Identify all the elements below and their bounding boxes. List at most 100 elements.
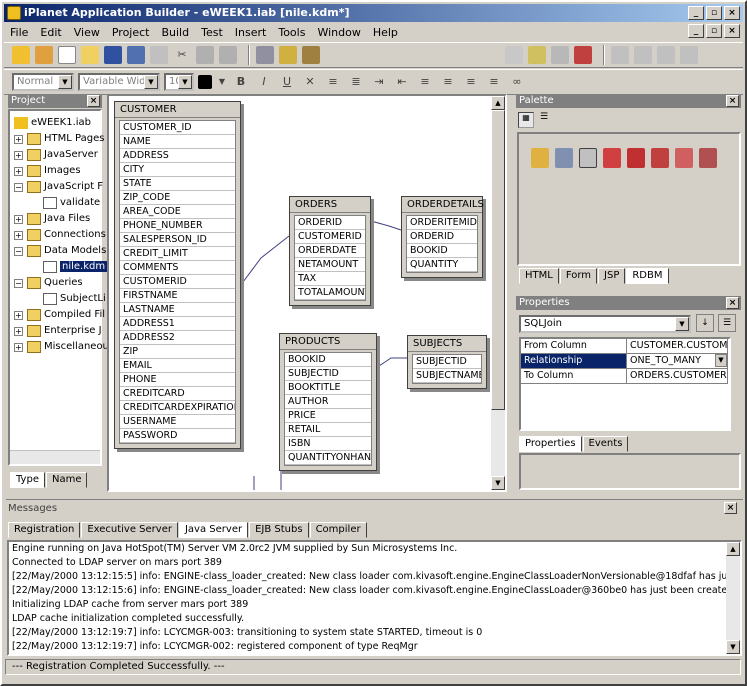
- field-row[interactable]: CUSTOMERID: [295, 230, 365, 244]
- close-icon[interactable]: ×: [726, 95, 739, 107]
- paste-icon[interactable]: [219, 46, 237, 64]
- categorize-icon[interactable]: ☰: [718, 314, 736, 332]
- field-row[interactable]: TOTALAMOUNT: [295, 286, 365, 300]
- step-over-icon[interactable]: [657, 46, 675, 64]
- close-icon[interactable]: ×: [726, 297, 739, 309]
- tree-item[interactable]: SubjectLi: [30, 291, 106, 307]
- field-row[interactable]: BOOKID: [285, 353, 371, 367]
- menu-tools[interactable]: Tools: [278, 26, 305, 39]
- field-row[interactable]: ORDERDATE: [295, 244, 365, 258]
- tree-item[interactable]: − JavaScript F: [14, 179, 103, 195]
- tree-item-selected[interactable]: nile.kdm: [30, 259, 108, 275]
- cut-icon[interactable]: ✂: [173, 46, 191, 64]
- new-project-icon[interactable]: [35, 46, 53, 64]
- field-row[interactable]: SALESPERSON_ID: [120, 233, 235, 247]
- tab-java-server[interactable]: Java Server: [178, 522, 249, 538]
- doc-close-button[interactable]: ×: [724, 24, 740, 38]
- field-row[interactable]: TAX: [295, 272, 365, 286]
- italic-icon[interactable]: I: [255, 73, 273, 91]
- field-row[interactable]: ADDRESS1: [120, 317, 235, 331]
- bold-icon[interactable]: B: [232, 73, 250, 91]
- chevron-down-icon[interactable]: ▼: [217, 73, 227, 91]
- outdent-icon[interactable]: ⇤: [393, 73, 411, 91]
- table-component-icon[interactable]: [531, 148, 549, 168]
- field-row[interactable]: PHONE_NUMBER: [120, 219, 235, 233]
- tree-item[interactable]: + Java Files: [14, 211, 90, 227]
- debug-icon[interactable]: [551, 46, 569, 64]
- tree-root[interactable]: eWEEK1.iab: [14, 115, 91, 131]
- color-swatch-icon[interactable]: [198, 75, 212, 89]
- menu-test[interactable]: Test: [201, 26, 223, 39]
- copy-icon[interactable]: [196, 46, 214, 64]
- stop-icon[interactable]: [574, 46, 592, 64]
- field-row[interactable]: SUBJECTNAME: [413, 369, 481, 383]
- field-row[interactable]: NAME: [120, 135, 235, 149]
- link-icon[interactable]: ∞: [508, 73, 526, 91]
- tab-events[interactable]: Events: [582, 436, 629, 452]
- align-center-icon[interactable]: ≡: [439, 73, 457, 91]
- check-icon[interactable]: [528, 46, 546, 64]
- wizard-icon[interactable]: [12, 46, 30, 64]
- tab-form[interactable]: Form: [559, 268, 598, 284]
- table-customer[interactable]: CUSTOMER CUSTOMER_ID NAME ADDRESS CITY STATE…: [114, 101, 241, 449]
- tab-properties[interactable]: Properties: [519, 436, 582, 452]
- tab-name[interactable]: Name: [45, 472, 88, 488]
- field-row[interactable]: COMMENTS: [120, 261, 235, 275]
- tree-item[interactable]: − Queries: [14, 275, 83, 291]
- step-icon[interactable]: [634, 46, 652, 64]
- table-orderdetails[interactable]: ORDERDETAILS ORDERITEMID ORDERID BOOKID QUA…: [401, 196, 484, 278]
- doc-restore-button[interactable]: ▫: [706, 24, 722, 38]
- menu-file[interactable]: File: [10, 26, 28, 39]
- property-row-selected[interactable]: Relationship ONE_TO_MANY ▼: [521, 354, 728, 369]
- save-all-icon[interactable]: [127, 46, 145, 64]
- field-row[interactable]: FIRSTNAME: [120, 289, 235, 303]
- field-row[interactable]: AUTHOR: [285, 395, 371, 409]
- field-row[interactable]: BOOKTITLE: [285, 381, 371, 395]
- field-row[interactable]: CUSTOMER_ID: [120, 121, 235, 135]
- field-row[interactable]: CREDIT_LIMIT: [120, 247, 235, 261]
- menu-insert[interactable]: Insert: [235, 26, 267, 39]
- field-row[interactable]: ADDRESS2: [120, 331, 235, 345]
- field-row[interactable]: SUBJECTID: [285, 367, 371, 381]
- property-row[interactable]: To Column ORDERS.CUSTOMERID: [521, 369, 728, 384]
- tree-item[interactable]: + Miscellaneou: [14, 339, 109, 355]
- tab-jsp[interactable]: JSP: [598, 268, 626, 284]
- font-select[interactable]: Variable Width ▼: [78, 73, 160, 91]
- run-icon[interactable]: [302, 46, 320, 64]
- canvas-vscroll[interactable]: ▲ ▼: [491, 96, 505, 490]
- tab-executive-server[interactable]: Executive Server: [81, 522, 178, 538]
- field-row[interactable]: LASTNAME: [120, 303, 235, 317]
- tab-html[interactable]: HTML: [519, 268, 559, 284]
- layout-icon[interactable]: [611, 46, 629, 64]
- procedure-component-icon[interactable]: [627, 148, 645, 168]
- log-vscroll[interactable]: ▲ ▼: [726, 542, 740, 654]
- tab-type[interactable]: Type: [10, 472, 45, 488]
- field-row[interactable]: ORDERITEMID: [407, 216, 477, 230]
- new-file-icon[interactable]: [58, 46, 76, 64]
- scroll-thumb[interactable]: [491, 110, 505, 410]
- tree-item[interactable]: + Enterprise J: [14, 323, 102, 339]
- field-row[interactable]: ISBN: [285, 437, 371, 451]
- field-row[interactable]: RETAIL: [285, 423, 371, 437]
- maximize-button[interactable]: ▫: [706, 6, 722, 20]
- print-icon[interactable]: [150, 46, 168, 64]
- lock-component-icon[interactable]: [699, 148, 717, 168]
- view-component-icon[interactable]: [651, 148, 669, 168]
- step-out-icon[interactable]: [680, 46, 698, 64]
- query-component-icon[interactable]: [603, 148, 621, 168]
- field-row[interactable]: CREDITCARDEXPIRATION: [120, 401, 235, 415]
- table-orders[interactable]: ORDERS ORDERID CUSTOMERID ORDERDATE NETAMOU…: [289, 196, 371, 306]
- field-row[interactable]: PHONE: [120, 373, 235, 387]
- underline-icon[interactable]: U: [278, 73, 296, 91]
- save-icon[interactable]: [104, 46, 122, 64]
- tree-item[interactable]: + Compiled Fil: [14, 307, 105, 323]
- field-row[interactable]: EMAIL: [120, 359, 235, 373]
- field-row[interactable]: AREA_CODE: [120, 205, 235, 219]
- edit-icon[interactable]: [505, 46, 523, 64]
- field-row[interactable]: PASSWORD: [120, 429, 235, 443]
- build-icon[interactable]: [256, 46, 274, 64]
- close-icon[interactable]: ×: [724, 502, 737, 514]
- menu-view[interactable]: View: [74, 26, 100, 39]
- check-component-icon[interactable]: [675, 148, 693, 168]
- menu-build[interactable]: Build: [161, 26, 189, 39]
